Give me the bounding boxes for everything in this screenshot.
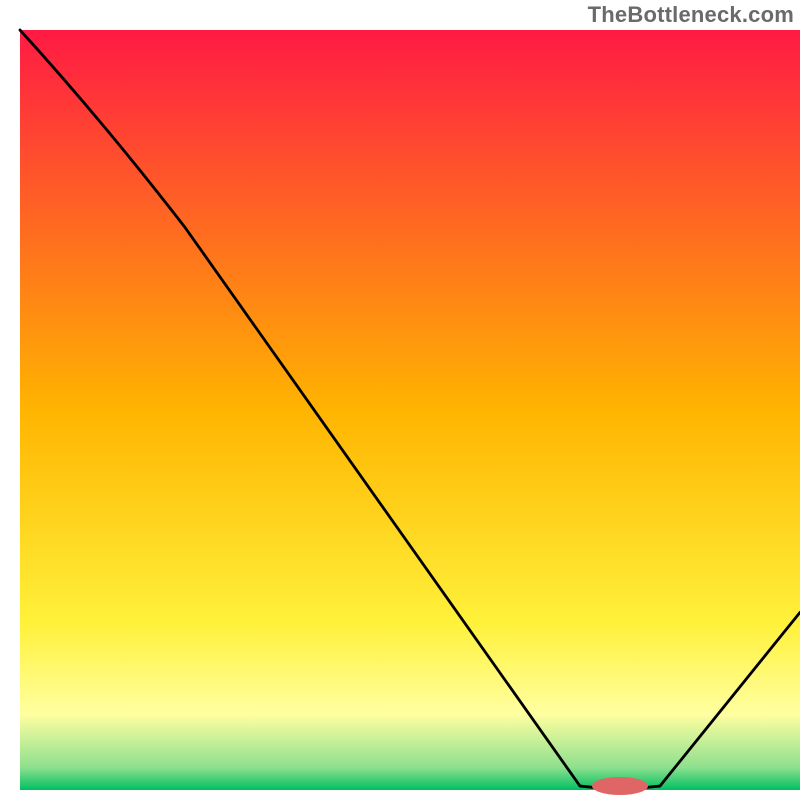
gradient-background xyxy=(20,30,800,790)
bottleneck-chart xyxy=(0,0,800,800)
watermark-text: TheBottleneck.com xyxy=(588,2,794,28)
sweet-spot-marker xyxy=(592,777,648,795)
